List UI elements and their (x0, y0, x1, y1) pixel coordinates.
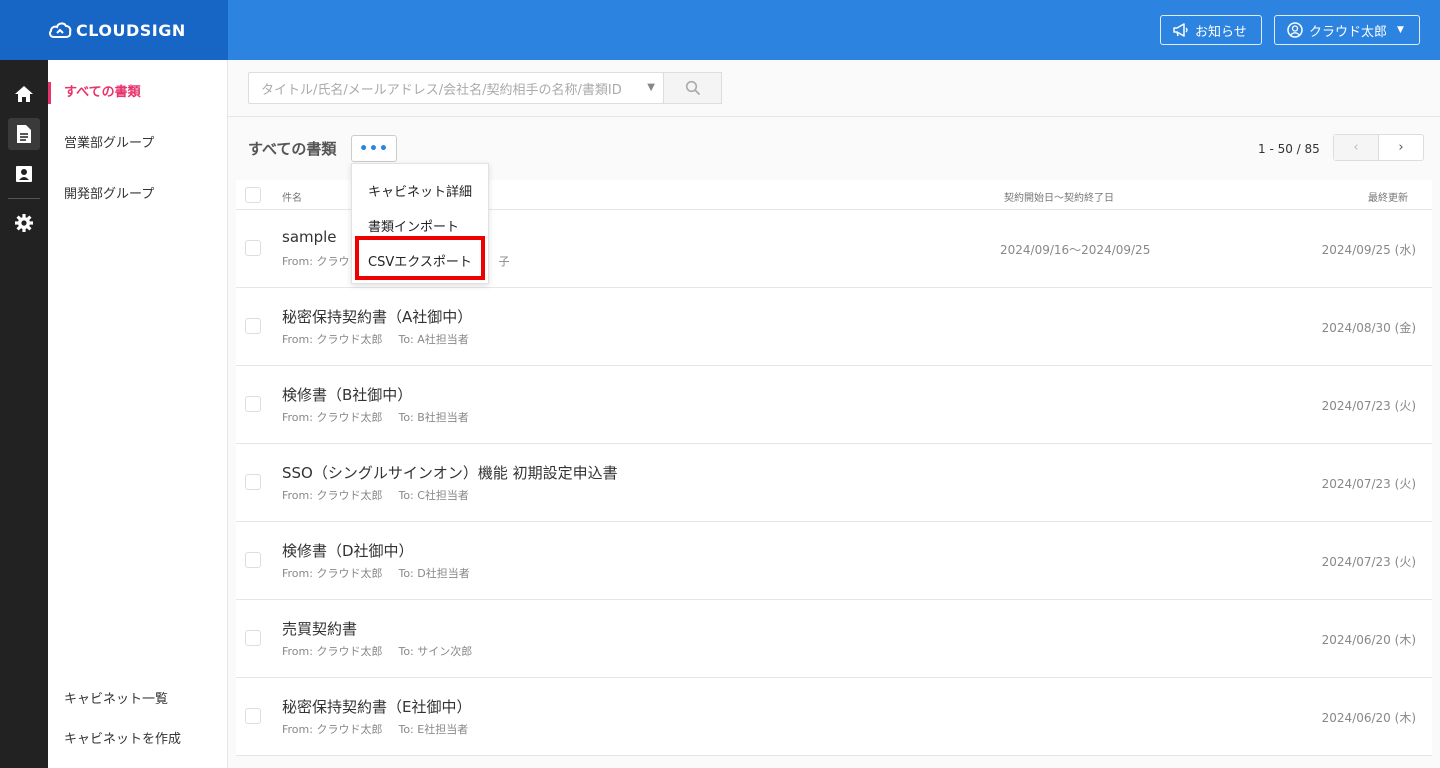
cabinet-list-link[interactable]: キャビネット一覧 (48, 689, 227, 711)
document-from: From: クラウド太郎 (282, 489, 383, 502)
document-title: sample (282, 228, 337, 246)
rail-settings[interactable] (0, 203, 48, 243)
document-parties: From: クラウド太郎 To: D社担当者 (282, 565, 470, 581)
row-checkbox[interactable] (245, 318, 261, 334)
search-input[interactable]: タイトル/氏名/メールアドレス/会社名/契約相手の名称/書類ID ▼ (248, 72, 664, 104)
highlight-box (355, 236, 485, 280)
contract-period: 2024/09/16〜2024/09/25 (1000, 243, 1151, 257)
column-header-title: 件名 (282, 193, 302, 204)
row-checkbox[interactable] (245, 240, 261, 256)
document-to: To: A社担当者 (398, 333, 469, 346)
document-from: From: クラウド太郎 (282, 411, 383, 424)
brand-name: CLOUDSIGN (76, 20, 186, 40)
document-to: To: C社担当者 (398, 489, 469, 502)
document-parties: From: クラウド太郎 To: B社担当者 (282, 409, 469, 425)
document-parties: From: クラウド太郎 To: C社担当者 (282, 487, 469, 503)
prev-page-button[interactable]: ‹ (1334, 135, 1379, 160)
table-row[interactable]: 秘密保持契約書（A社御中） From: クラウド太郎 To: A社担当者 2024… (236, 288, 1432, 366)
last-updated: 2024/09/25 (水) (1321, 243, 1416, 257)
document-title: 秘密保持契約書（E社御中） (282, 698, 472, 716)
document-from: From: クラウド太郎 (282, 333, 383, 346)
document-icon (17, 125, 31, 143)
table-row[interactable]: 売買契約書 From: クラウド太郎 To: サイン次郎 2024/06/20 (… (236, 600, 1432, 678)
document-parties: From: クラウド太郎 To: A社担当者 (282, 331, 469, 347)
rail-contacts[interactable] (0, 154, 48, 194)
pagination-range: 1 - 50 / 85 (1258, 142, 1320, 156)
notice-button[interactable]: お知らせ (1160, 15, 1262, 45)
last-updated: 2024/06/20 (木) (1321, 711, 1416, 725)
last-updated: 2024/07/23 (火) (1321, 399, 1416, 413)
folder-dev-group[interactable]: 開発部グループ (48, 184, 227, 206)
document-to: To: E社担当者 (398, 723, 469, 736)
document-title: SSO（シングルサインオン）機能 初期設定申込書 (282, 464, 618, 482)
document-parties: From: クラウド太郎 To: E社担当者 (282, 721, 468, 737)
top-bar: お知らせ クラウド太郎 ▼ (228, 0, 1440, 60)
document-from: From: クラウド太郎 (282, 723, 383, 736)
brand-logo[interactable]: CLOUDSIGN (0, 0, 228, 60)
last-updated: 2024/07/23 (火) (1321, 477, 1416, 491)
last-updated: 2024/08/30 (金) (1321, 321, 1416, 335)
document-to: To: B社担当者 (398, 411, 469, 424)
document-title: 売買契約書 (282, 620, 358, 638)
page-title: すべての書類 (248, 140, 337, 158)
table-row[interactable]: 検修書（B社御中） From: クラウド太郎 To: B社担当者 2024/07/… (236, 366, 1432, 444)
megaphone-icon (1173, 23, 1188, 37)
search-dropdown-icon[interactable]: ▼ (647, 82, 655, 93)
user-name: クラウド太郎 (1309, 24, 1388, 40)
pagination: ‹ › (1333, 134, 1424, 161)
column-header-updated: 最終更新 (1368, 193, 1408, 204)
row-checkbox[interactable] (245, 708, 261, 724)
rail-documents[interactable] (0, 114, 48, 154)
search-button[interactable] (663, 72, 722, 104)
folder-sales-group[interactable]: 営業部グループ (48, 133, 227, 155)
document-title: 検修書（B社御中） (282, 386, 413, 404)
document-to: To: サイン次郎 (398, 645, 473, 658)
document-from: From: クラウド太郎 (282, 567, 383, 580)
search-icon (685, 80, 700, 96)
column-header-period: 契約開始日〜契約終了日 (1004, 193, 1114, 204)
row-checkbox[interactable] (245, 396, 261, 412)
document-to: To: D社担当者 (398, 567, 470, 580)
row-checkbox[interactable] (245, 474, 261, 490)
menu-item-document-import[interactable]: 書類インポート (368, 216, 459, 235)
document-parties: From: クラウド太郎 To: サイン次郎 (282, 643, 472, 659)
document-title: 検修書（D社御中） (282, 542, 414, 560)
create-cabinet-link[interactable]: キャビネットを作成 (48, 729, 227, 751)
document-from: From: クラウド太郎 (282, 645, 383, 658)
divider (228, 116, 1440, 117)
home-icon (15, 86, 33, 102)
contacts-icon (16, 166, 32, 182)
document-to: 子 (498, 255, 510, 268)
table-row[interactable]: SSO（シングルサインオン）機能 初期設定申込書 From: クラウド太郎 To:… (236, 444, 1432, 522)
rail-divider (8, 198, 40, 199)
rail-home[interactable] (0, 74, 48, 114)
document-from: From: クラウド (282, 255, 361, 268)
select-all-checkbox[interactable] (245, 187, 261, 203)
more-options-button[interactable]: ••• (351, 135, 397, 162)
cloud-logo-icon (49, 22, 72, 38)
last-updated: 2024/07/23 (火) (1321, 555, 1416, 569)
notice-label: お知らせ (1195, 24, 1247, 40)
user-circle-icon (1287, 22, 1303, 38)
menu-item-cabinet-details[interactable]: キャビネット詳細 (368, 181, 472, 200)
document-title: 秘密保持契約書（A社御中） (282, 308, 473, 326)
row-checkbox[interactable] (245, 630, 261, 646)
table-row[interactable]: 秘密保持契約書（E社御中） From: クラウド太郎 To: E社担当者 2024… (236, 678, 1432, 756)
user-menu-button[interactable]: クラウド太郎 ▼ (1274, 15, 1420, 45)
row-checkbox[interactable] (245, 552, 261, 568)
table-row[interactable]: 検修書（D社御中） From: クラウド太郎 To: D社担当者 2024/07/… (236, 522, 1432, 600)
settings-icon (15, 214, 33, 232)
icon-rail (0, 60, 48, 768)
chevron-down-icon: ▼ (1397, 25, 1404, 35)
last-updated: 2024/06/20 (木) (1321, 633, 1416, 647)
folder-all-documents[interactable]: すべての書類 (48, 82, 227, 104)
next-page-button[interactable]: › (1379, 135, 1423, 160)
folder-sidebar: すべての書類 営業部グループ 開発部グループ キャビネット一覧 キャビネットを作… (48, 60, 228, 768)
search-placeholder: タイトル/氏名/メールアドレス/会社名/契約相手の名称/書類ID (261, 82, 622, 98)
